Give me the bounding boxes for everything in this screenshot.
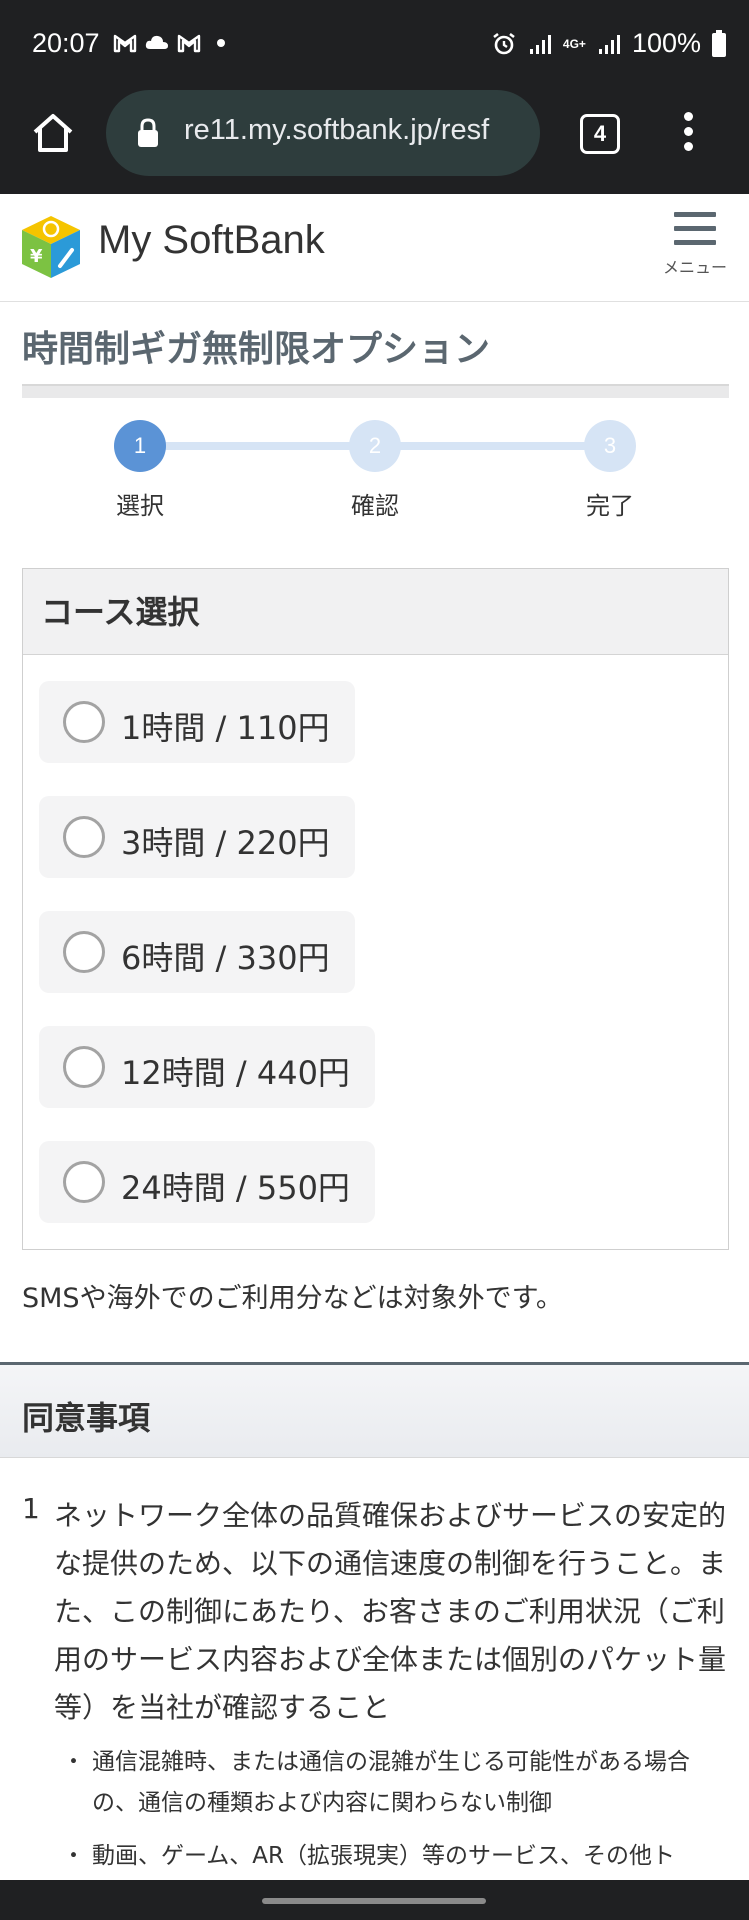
browser-toolbar: re11.my.softbank.jp/resf 4 (0, 88, 749, 194)
svg-text:¥: ¥ (30, 246, 43, 267)
home-gesture-handle[interactable] (262, 1898, 486, 1904)
step-circle-3: 3 (584, 420, 636, 472)
home-icon[interactable] (30, 110, 76, 156)
system-icons: 4G+ 100% (491, 28, 727, 59)
site-logo-text[interactable]: My SoftBank (98, 218, 325, 263)
radio-button[interactable] (63, 1161, 105, 1203)
page-title: 時間制ギガ無制限オプション (22, 329, 491, 370)
step-label-2: 確認 (351, 492, 399, 520)
bullet-text: 通信混雑時、または通信の混雑が生じる可能性がある場合の、通信の種類および内容に関… (92, 1749, 690, 1816)
status-bar: 20:07 4G+ 100% (0, 0, 749, 88)
course-option-3h[interactable]: 3時間 / 220円 (39, 796, 355, 878)
softbank-logo-icon[interactable]: ¥ (20, 214, 82, 280)
radio-button[interactable] (63, 701, 105, 743)
step-circle-1: 1 (114, 420, 166, 472)
battery-percent: 100% (631, 28, 701, 58)
overflow-menu-icon[interactable] (670, 108, 706, 158)
radio-button[interactable] (63, 816, 105, 858)
radio-button[interactable] (63, 1046, 105, 1088)
step-connector (140, 442, 376, 450)
course-heading-bar: コース選択 (23, 569, 728, 655)
list-item: ・ 動画、ゲーム、AR（拡張現実）等のサービス、その他ト (54, 1836, 726, 1877)
signal-icon (598, 34, 620, 54)
gmail-icon (113, 34, 137, 53)
network-type: 4G+ (562, 36, 586, 51)
notification-icons (112, 30, 234, 56)
course-option-12h[interactable]: 12時間 / 440円 (39, 1026, 375, 1108)
exclusion-note: SMSや海外でのご利用分などは対象外です。 (22, 1283, 563, 1314)
agreement-heading: 同意事項 (22, 1399, 151, 1437)
step-circle-2: 2 (349, 420, 401, 472)
progress-stepper: 1 2 3 選択 確認 完了 (0, 418, 749, 528)
lock-icon (138, 118, 158, 147)
url-text: re11.my.softbank.jp/resf (184, 114, 490, 146)
course-option-6h[interactable]: 6時間 / 330円 (39, 911, 355, 993)
address-bar[interactable]: re11.my.softbank.jp/resf (106, 90, 540, 176)
course-option-label: 3時間 / 220円 (121, 824, 330, 862)
menu-label: メニュー (662, 258, 727, 277)
gmail-icon (177, 34, 201, 53)
site-header: ¥ My SoftBank メニュー (0, 196, 749, 302)
battery-icon (712, 29, 726, 57)
list-item: ・ 通信混雑時、または通信の混雑が生じる可能性がある場合の、通信の種類および内容… (54, 1742, 726, 1824)
bullet-dot-icon: ・ (62, 1843, 85, 1869)
menu-button[interactable]: メニュー (660, 212, 730, 292)
tab-switcher-button[interactable]: 4 (580, 114, 620, 154)
signal-icon (529, 34, 551, 54)
status-time: 20:07 (32, 28, 100, 58)
course-option-1h[interactable]: 1時間 / 110円 (39, 681, 355, 763)
agreement-heading-bar: 同意事項 (0, 1362, 749, 1458)
agreement-item-number: 1 (22, 1492, 40, 1525)
course-heading: コース選択 (41, 593, 200, 631)
cloud-icon (145, 35, 168, 49)
agreement-bullet-list: ・ 通信混雑時、または通信の混雑が生じる可能性がある場合の、通信の種類および内容… (54, 1742, 726, 1889)
course-option-label: 12時間 / 440円 (121, 1054, 350, 1092)
bullet-dot-icon: ・ (62, 1749, 85, 1775)
course-option-label: 24時間 / 550円 (121, 1169, 350, 1207)
title-divider (22, 384, 729, 398)
gesture-nav-bar (0, 1880, 749, 1920)
alarm-icon (493, 32, 515, 54)
agreement-item-text: ネットワーク全体の品質確保およびサービスの安定的な提供のため、以下の通信速度の制… (54, 1499, 727, 1724)
step-label-1: 選択 (116, 492, 164, 520)
course-option-label: 6時間 / 330円 (121, 939, 330, 977)
step-label-3: 完了 (586, 492, 634, 520)
dot-icon (217, 39, 225, 47)
step-connector (376, 442, 610, 450)
course-option-24h[interactable]: 24時間 / 550円 (39, 1141, 375, 1223)
radio-button[interactable] (63, 931, 105, 973)
course-selection-panel: コース選択 1時間 / 110円 3時間 / 220円 6時間 / 330円 1… (22, 568, 729, 1250)
bullet-text: 動画、ゲーム、AR（拡張現実）等のサービス、その他ト (92, 1843, 676, 1869)
course-option-label: 1時間 / 110円 (121, 709, 330, 747)
